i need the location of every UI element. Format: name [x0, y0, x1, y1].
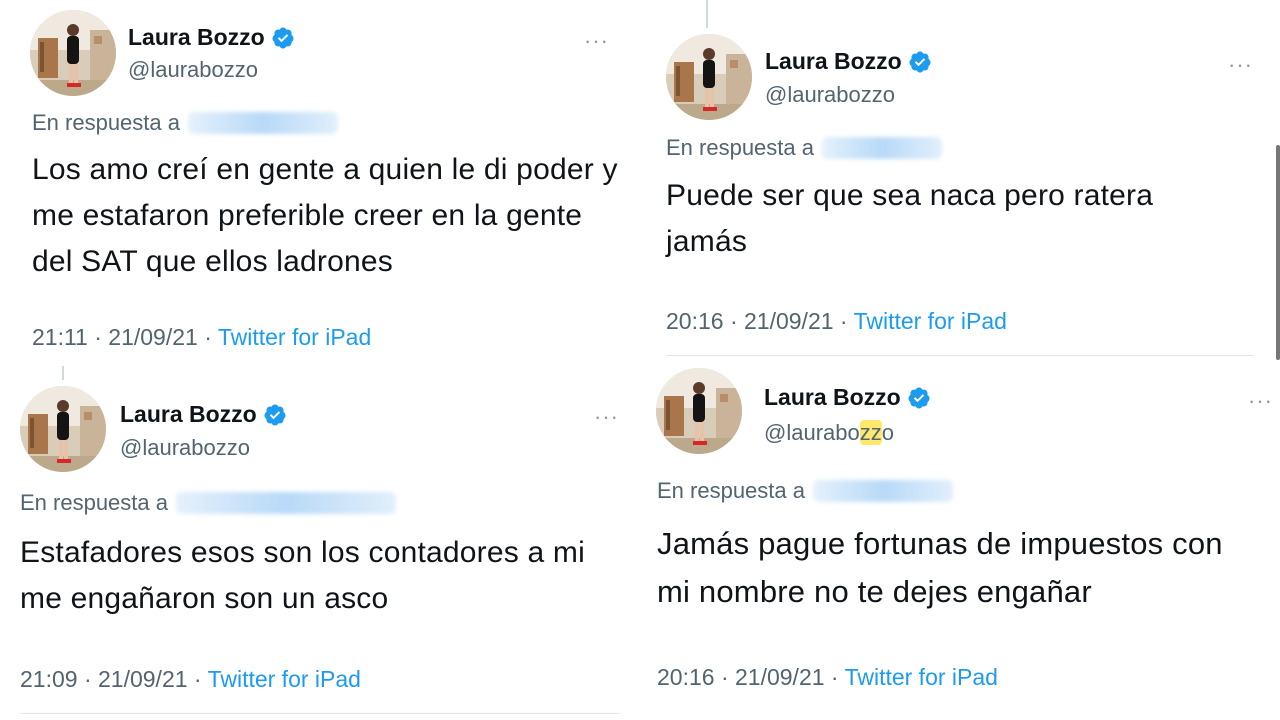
tweet-text: Puede ser que sea naca pero ratera jamás — [666, 179, 1154, 258]
tweet-source-link[interactable]: Twitter for iPad — [854, 308, 1007, 334]
tweet-text: Estafadores esos son los contadores a mi… — [20, 536, 585, 615]
reply-label: En respuesta a — [666, 135, 814, 160]
tweet-divider — [666, 355, 1254, 356]
scrollbar[interactable] — [1276, 145, 1280, 360]
reply-label: En respuesta a — [657, 478, 805, 503]
tweet-text: Jamás pague fortunas de impuestos con mi… — [657, 526, 1223, 609]
tweet-card[interactable]: Laura Bozzo @laurabozzo ··· En respuesta… — [640, 360, 1280, 720]
tweet-divider — [20, 713, 620, 714]
reply-context: En respuesta a — [32, 110, 338, 136]
tweet-source-link[interactable]: Twitter for iPad — [208, 666, 361, 692]
display-name-text: Laura Bozzo — [765, 48, 902, 74]
avatar[interactable] — [666, 34, 752, 120]
reply-context: En respuesta a — [20, 490, 396, 516]
user-handle[interactable]: @laurabozzo — [765, 82, 895, 108]
tweet-card[interactable]: Laura Bozzo @laurabozzo ··· En respuesta… — [0, 0, 640, 360]
verified-badge-icon — [908, 50, 932, 74]
display-name-text: Laura Bozzo — [120, 401, 257, 427]
tweet-card[interactable]: Laura Bozzo @laurabozzo ··· En respuesta… — [0, 360, 640, 720]
reply-context: En respuesta a — [657, 478, 953, 504]
tweet-timestamp[interactable]: 20:16 · 21/09/21 · — [666, 308, 848, 334]
tweet-meta: 21:09 · 21/09/21 · Twitter for iPad — [20, 666, 361, 693]
more-options-icon[interactable]: ··· — [1228, 54, 1253, 76]
verified-badge-icon — [271, 26, 295, 50]
avatar[interactable] — [656, 368, 742, 454]
tweet-source-link[interactable]: Twitter for iPad — [845, 664, 998, 690]
tweet-meta: 21:11 · 21/09/21 · Twitter for iPad — [32, 324, 371, 351]
user-handle[interactable]: @laurabozzo — [120, 435, 250, 461]
verified-badge-icon — [907, 386, 931, 410]
user-handle[interactable]: @laurabozzo — [128, 57, 258, 83]
tweet-timestamp[interactable]: 21:09 · 21/09/21 · — [20, 666, 202, 692]
display-name[interactable]: Laura Bozzo — [765, 48, 932, 75]
tweet-timestamp[interactable]: 21:11 · 21/09/21 · — [32, 324, 212, 350]
reply-context: En respuesta a — [666, 135, 942, 161]
redacted-mention — [812, 480, 953, 502]
redacted-mention — [187, 112, 338, 134]
display-name-text: Laura Bozzo — [764, 384, 901, 410]
tweet-card[interactable]: Laura Bozzo @laurabozzo ··· En respuesta… — [640, 0, 1280, 360]
more-options-icon[interactable]: ··· — [584, 30, 609, 52]
tweet-meta: 20:16 · 21/09/21 · Twitter for iPad — [666, 308, 1007, 335]
tweet-text: Los amo creí en gente a quien le di pode… — [32, 153, 618, 278]
verified-badge-icon — [263, 403, 287, 427]
tweet-meta: 20:16 · 21/09/21 · Twitter for iPad — [657, 664, 998, 691]
user-handle[interactable]: @laurabozzo — [764, 420, 894, 446]
reply-label: En respuesta a — [20, 490, 168, 515]
display-name[interactable]: Laura Bozzo — [764, 384, 931, 411]
display-name[interactable]: Laura Bozzo — [128, 24, 295, 51]
display-name-text: Laura Bozzo — [128, 24, 265, 50]
reply-label: En respuesta a — [32, 110, 180, 135]
display-name[interactable]: Laura Bozzo — [120, 401, 287, 428]
redacted-mention — [175, 492, 396, 514]
tweet-source-link[interactable]: Twitter for iPad — [218, 324, 371, 350]
tweet-timestamp[interactable]: 20:16 · 21/09/21 · — [657, 664, 839, 690]
redacted-mention — [821, 137, 942, 159]
more-options-icon[interactable]: ··· — [594, 406, 619, 428]
avatar[interactable] — [20, 386, 106, 472]
more-options-icon[interactable]: ··· — [1248, 390, 1273, 412]
handle-text-end: o — [881, 420, 894, 445]
handle-text-start: @laurabo — [764, 420, 860, 445]
avatar[interactable] — [30, 10, 116, 96]
handle-highlighted-text: zz — [859, 420, 882, 445]
